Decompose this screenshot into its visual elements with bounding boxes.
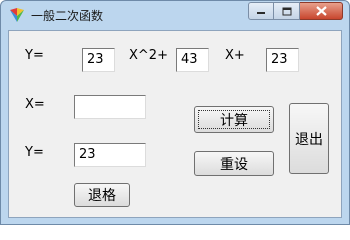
x-input[interactable] bbox=[74, 95, 146, 119]
exit-button-label: 退出 bbox=[295, 131, 323, 148]
y-result-label: Y= bbox=[25, 145, 44, 160]
compute-button[interactable]: 计算 bbox=[194, 106, 274, 133]
window-title: 一般二次函数 bbox=[31, 9, 104, 23]
coefficient-b-field[interactable]: 43 bbox=[176, 48, 209, 72]
maximize-icon bbox=[282, 7, 291, 15]
coefficient-a-field[interactable]: 23 bbox=[82, 48, 115, 72]
reset-button[interactable]: 重设 bbox=[194, 151, 274, 176]
app-window: 一般二次函数 Y= 23 X^2+ 43 X+ 23 X= Y= 23 计算 重… bbox=[0, 0, 350, 225]
maximize-button[interactable] bbox=[274, 2, 300, 20]
minimize-button[interactable] bbox=[248, 2, 274, 20]
compute-button-label: 计算 bbox=[220, 112, 248, 129]
client-area: Y= 23 X^2+ 43 X+ 23 X= Y= 23 计算 重设 退出 退格 bbox=[8, 30, 342, 218]
y-result-field[interactable]: 23 bbox=[74, 143, 146, 167]
backspace-button[interactable]: 退格 bbox=[74, 183, 130, 207]
reset-button-label: 重设 bbox=[220, 156, 248, 173]
coefficient-c-field[interactable]: 23 bbox=[266, 48, 299, 72]
app-icon bbox=[10, 8, 24, 22]
x-plus-label: X+ bbox=[225, 48, 245, 63]
x-squared-plus-label: X^2+ bbox=[129, 48, 168, 63]
backspace-button-label: 退格 bbox=[88, 188, 116, 204]
title-bar[interactable]: 一般二次函数 bbox=[1, 1, 349, 29]
exit-button[interactable]: 退出 bbox=[289, 103, 329, 174]
minimize-icon bbox=[257, 12, 265, 14]
close-icon bbox=[315, 6, 327, 16]
y-equals-label: Y= bbox=[25, 48, 44, 63]
window-controls bbox=[248, 2, 343, 20]
close-button[interactable] bbox=[300, 2, 343, 20]
x-equals-label: X= bbox=[25, 97, 45, 112]
